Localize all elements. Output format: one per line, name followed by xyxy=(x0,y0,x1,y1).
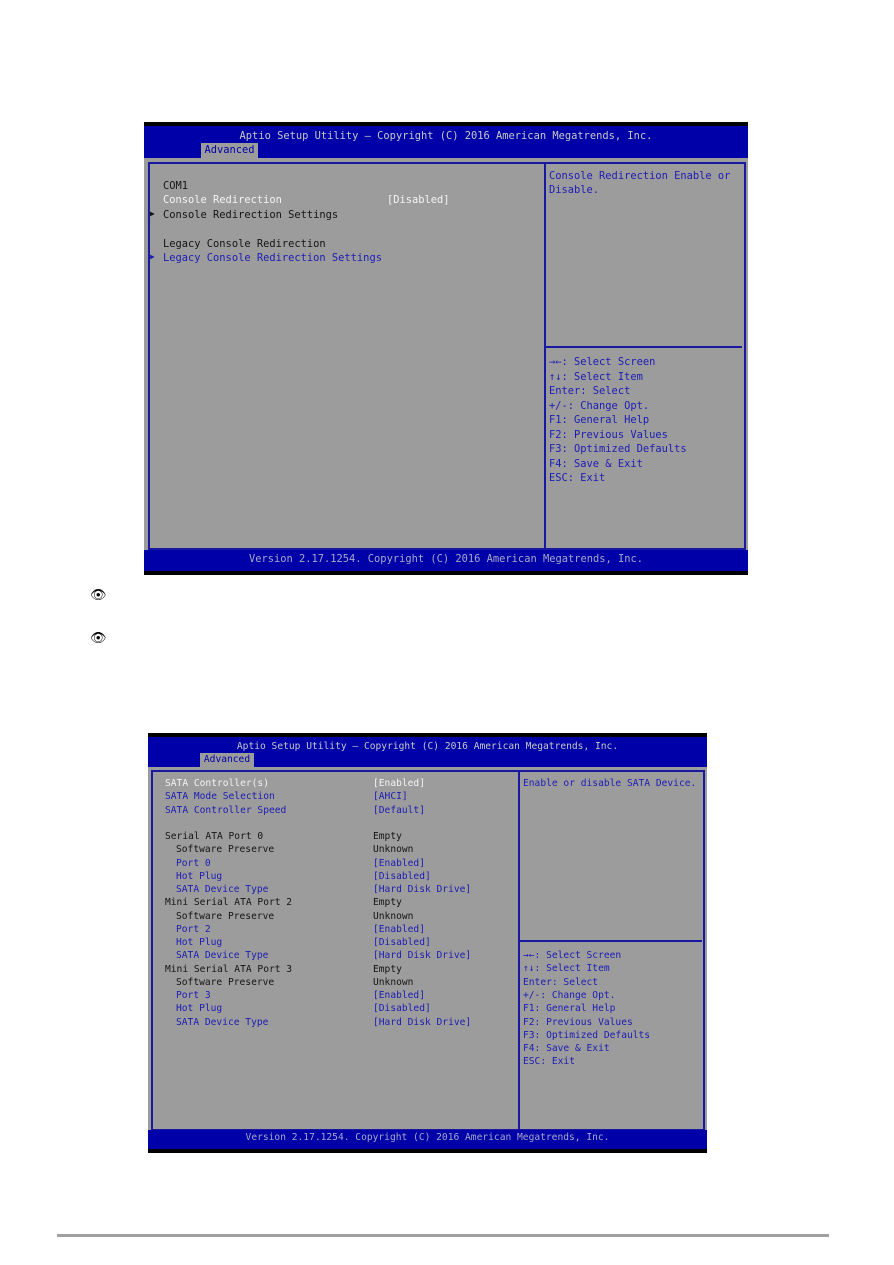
setting-label[interactable]: Hot Plug xyxy=(176,1003,222,1014)
key-hint: Enter: Select xyxy=(523,976,599,988)
setting-label: Legacy Console Redirection xyxy=(163,237,326,250)
key-hint: ESC: Exit xyxy=(523,1056,575,1068)
setting-value: Unknown xyxy=(373,910,414,922)
setting-value: Unknown xyxy=(373,844,414,856)
key-hint: +/-: Change Opt. xyxy=(523,989,616,1001)
setting-value[interactable]: [Disabled] xyxy=(373,937,431,948)
key-hint: Enter: Select xyxy=(549,385,631,397)
setting-label[interactable]: Legacy Console Redirection Settings xyxy=(163,252,382,264)
bios-title: Aptio Setup Utility – Copyright (C) 2016… xyxy=(239,130,653,142)
help-text: Enable or disable SATA Device. xyxy=(523,778,697,789)
setting-label[interactable]: Hot Plug xyxy=(176,937,222,948)
eye-icon: 👁 xyxy=(90,631,107,646)
setting-label[interactable]: SATA Controller(s) xyxy=(165,778,269,789)
setting-value: Empty xyxy=(373,831,402,842)
key-hint: F2: Previous Values xyxy=(549,428,668,441)
key-hint: F3: Optimized Defaults xyxy=(523,1029,651,1041)
key-hint: →←: Select Screen xyxy=(549,356,656,368)
bios-footer: Version 2.17.1254. Copyright (C) 2016 Am… xyxy=(148,1130,707,1153)
eye-icon: 👁 xyxy=(90,588,107,603)
setting-label[interactable]: Port 2 xyxy=(176,924,211,935)
setting-value[interactable]: [Default] xyxy=(373,805,425,816)
key-hint: F4: Save & Exit xyxy=(523,1043,610,1055)
key-hint: →←: Select Screen xyxy=(523,950,622,961)
setting-label: Mini Serial ATA Port 3 xyxy=(165,963,293,975)
setting-value[interactable]: [Disabled] xyxy=(387,194,450,206)
setting-label[interactable]: SATA Device Type xyxy=(176,1017,268,1028)
setting-value[interactable]: [Hard Disk Drive] xyxy=(373,1017,471,1028)
bios-footer: Version 2.17.1254. Copyright (C) 2016 Am… xyxy=(144,550,748,575)
key-hint: F3: Optimized Defaults xyxy=(549,443,687,455)
setting-value: Unknown xyxy=(373,976,414,988)
setting-label[interactable]: SATA Device Type xyxy=(176,950,268,961)
help-text: Console Redirection Enable or xyxy=(549,170,731,182)
setting-label[interactable]: SATA Controller Speed xyxy=(165,805,286,816)
setting-label: Software Preserve xyxy=(176,976,275,988)
panel-divider xyxy=(518,770,520,1131)
key-hint: F2: Previous Values xyxy=(523,1016,633,1028)
setting-label[interactable]: SATA Device Type xyxy=(176,884,268,895)
setting-label: Software Preserve xyxy=(176,844,275,856)
key-hint: F1: General Help xyxy=(549,414,650,426)
help-text: Disable. xyxy=(549,184,600,197)
bios-title-bar: Aptio Setup Utility – Copyright (C) 2016… xyxy=(144,122,748,158)
page-footer-rule xyxy=(57,1234,829,1237)
key-hint: ESC: Exit xyxy=(549,472,606,484)
help-divider xyxy=(546,346,742,348)
setting-label: Mini Serial ATA Port 2 xyxy=(165,897,293,909)
setting-value[interactable]: [Disabled] xyxy=(373,1003,431,1014)
setting-value[interactable]: [Hard Disk Drive] xyxy=(373,884,471,895)
setting-label[interactable]: Port 3 xyxy=(176,990,211,1001)
key-hint: ↑↓: Select Item xyxy=(549,370,643,383)
submenu-arrow-icon: ▶ xyxy=(150,208,155,218)
setting-value[interactable]: [Enabled] xyxy=(373,858,425,869)
setting-label: COM1 xyxy=(163,180,189,192)
setting-label[interactable]: SATA Mode Selection xyxy=(165,791,275,802)
setting-label: Software Preserve xyxy=(176,910,275,922)
setting-value[interactable]: [Enabled] xyxy=(373,778,425,789)
setting-value[interactable]: [Enabled] xyxy=(373,924,425,935)
key-hint: F4: Save & Exit xyxy=(549,457,643,470)
setting-value: Empty xyxy=(373,963,402,975)
setting-value[interactable]: [AHCI] xyxy=(373,791,408,802)
key-hint: ↑↓: Select Item xyxy=(523,963,610,975)
setting-value[interactable]: [Hard Disk Drive] xyxy=(373,950,471,961)
setting-value: Empty xyxy=(373,897,402,909)
setting-label: Console Redirection Settings xyxy=(163,208,339,221)
submenu-arrow-icon: ▶ xyxy=(150,252,155,261)
setting-label: Serial ATA Port 0 xyxy=(165,831,264,842)
setting-value[interactable]: [Enabled] xyxy=(373,990,425,1001)
tab-advanced[interactable]: Advanced xyxy=(200,753,254,767)
setting-label[interactable]: Port 0 xyxy=(176,858,211,869)
panel-divider xyxy=(544,162,546,550)
key-hint: +/-: Change Opt. xyxy=(549,399,650,412)
bios-screenshot-console-redirection: Aptio Setup Utility – Copyright (C) 2016… xyxy=(144,122,748,575)
setting-label[interactable]: Console Redirection xyxy=(163,194,282,206)
key-hint: F1: General Help xyxy=(523,1003,616,1015)
setting-label[interactable]: Hot Plug xyxy=(176,871,222,882)
setting-value[interactable]: [Disabled] xyxy=(373,871,431,882)
tab-advanced[interactable]: Advanced xyxy=(201,143,258,158)
bios-screenshot-sata-configuration: Aptio Setup Utility – Copyright (C) 2016… xyxy=(148,733,707,1153)
help-divider xyxy=(520,940,702,942)
bios-title-bar: Aptio Setup Utility – Copyright (C) 2016… xyxy=(148,733,707,767)
bios-title: Aptio Setup Utility – Copyright (C) 2016… xyxy=(236,741,619,752)
